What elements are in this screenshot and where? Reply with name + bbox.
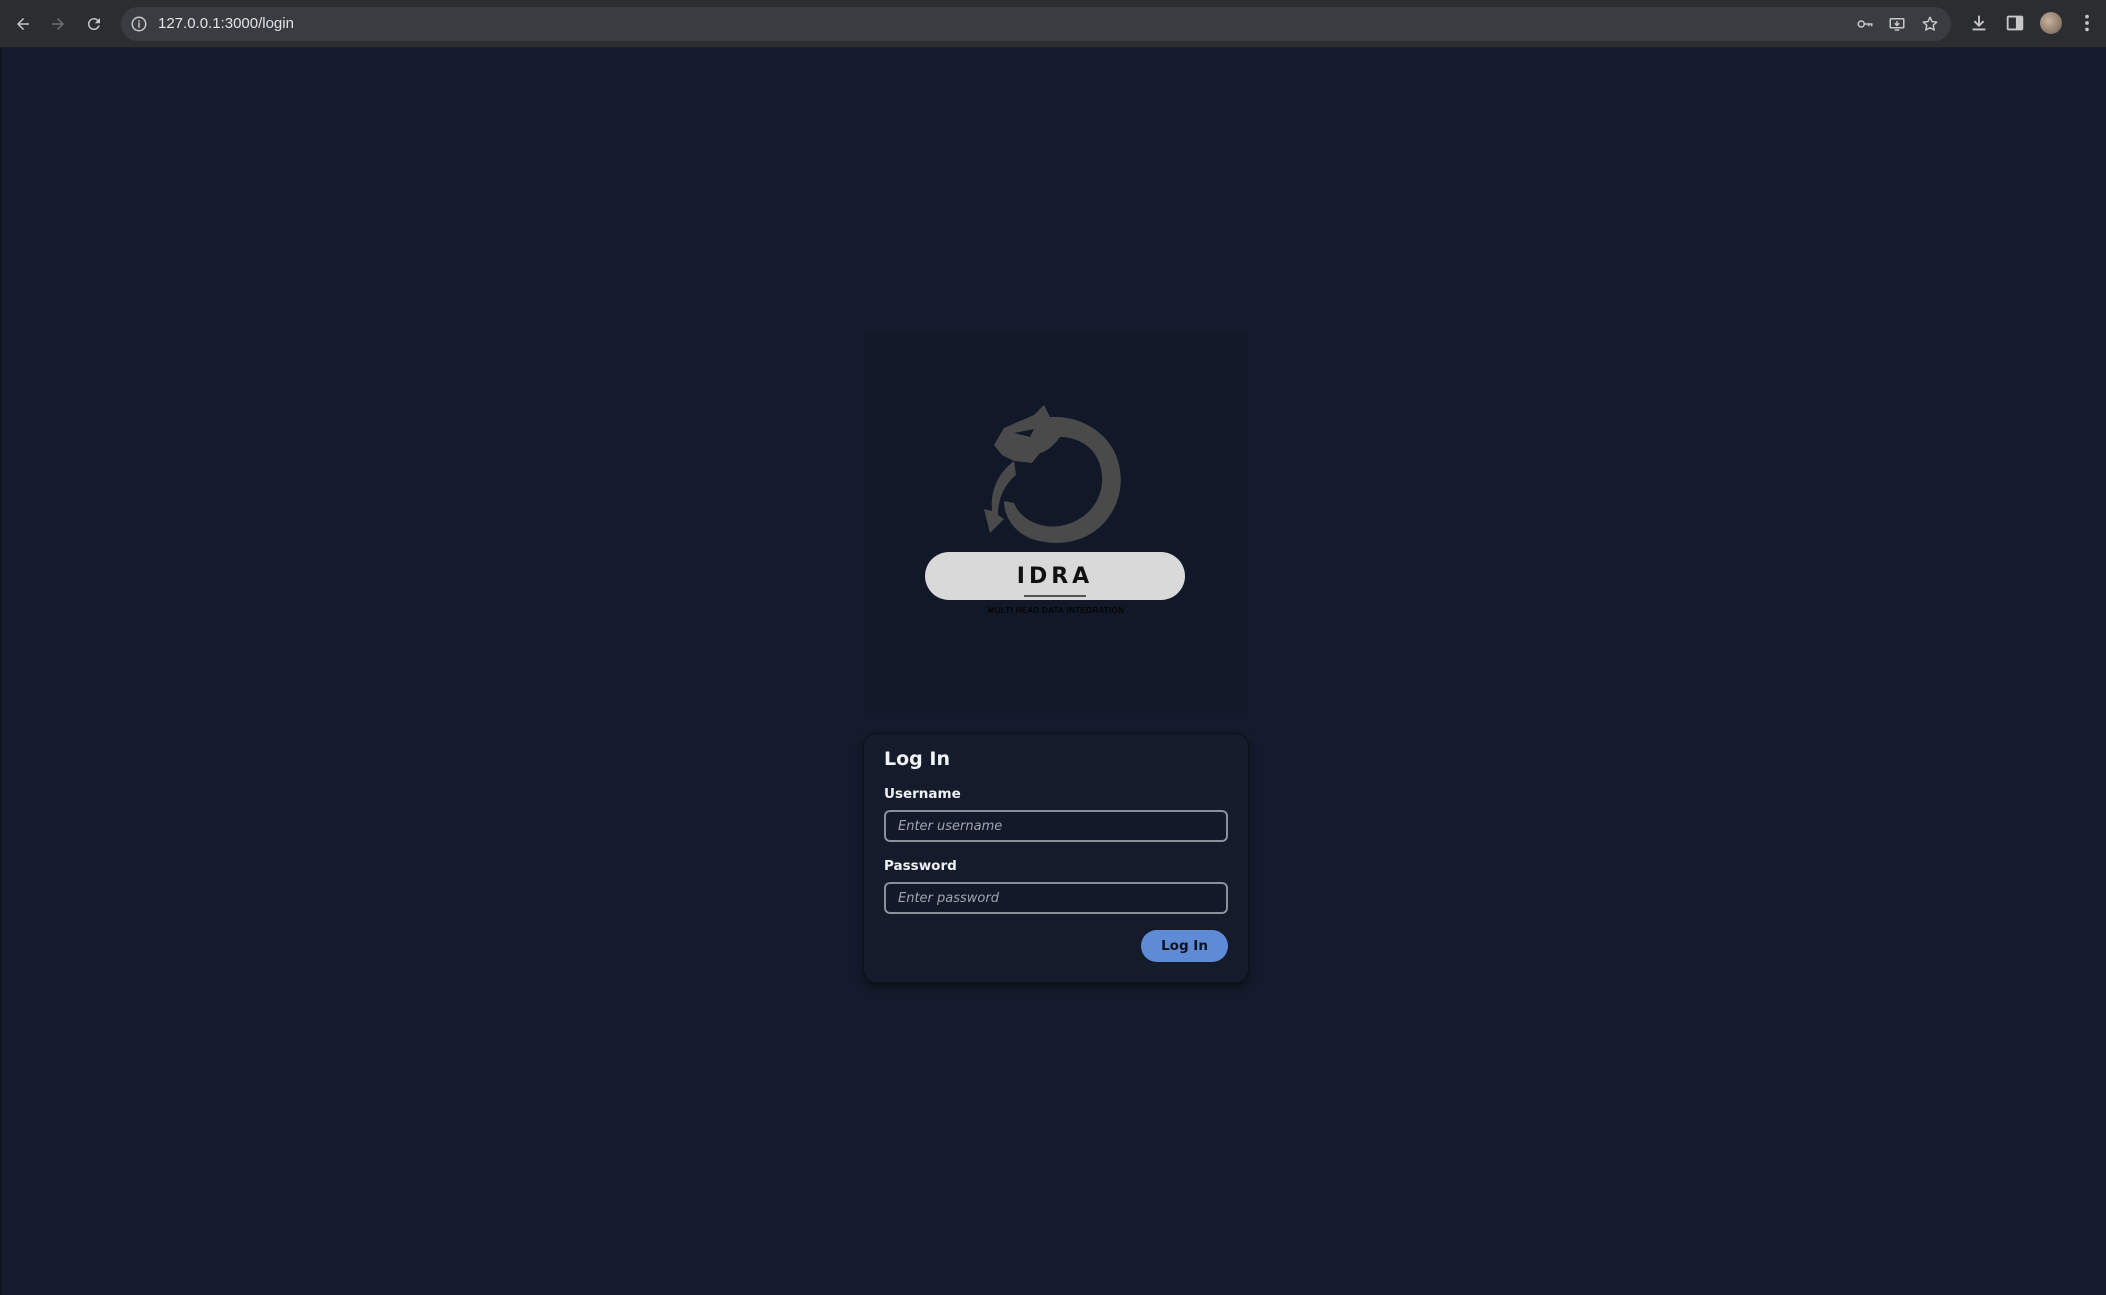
window-edge: [0, 48, 2, 1295]
kebab-menu-icon[interactable]: [2076, 12, 2098, 34]
login-button[interactable]: Log In: [1141, 930, 1228, 962]
logo-wordmark: IDRA: [925, 552, 1185, 600]
arrow-right-icon: [52, 18, 64, 30]
download-icon[interactable]: [1968, 12, 1990, 34]
reload-button[interactable]: [81, 11, 107, 37]
login-form: Log In Username Password Log In: [864, 734, 1248, 982]
info-icon[interactable]: [130, 15, 148, 33]
star-icon[interactable]: [1921, 15, 1939, 33]
reload-icon: [87, 18, 100, 31]
username-label: Username: [884, 786, 961, 802]
arrow-left-icon: [17, 18, 29, 30]
password-input[interactable]: [884, 882, 1228, 914]
browser-toolbar: 127.0.0.1:3000/login: [0, 0, 2106, 48]
url-text[interactable]: 127.0.0.1:3000/login: [158, 7, 294, 41]
address-bar[interactable]: 127.0.0.1:3000/login: [121, 7, 1951, 41]
key-icon[interactable]: [1856, 15, 1874, 33]
avatar[interactable]: [2040, 12, 2062, 34]
dragon-logo-icon: [984, 405, 1121, 543]
logo-panel: IDRA MULTI HEAD DATA INTEGRATION: [864, 333, 1248, 713]
back-button[interactable]: [10, 11, 36, 37]
login-heading: Log In: [884, 748, 950, 770]
username-input[interactable]: [884, 810, 1228, 842]
logo-tagline: MULTI HEAD DATA INTEGRATION: [987, 606, 1125, 615]
password-label: Password: [884, 858, 957, 874]
forward-button[interactable]: [45, 11, 71, 37]
side-panel-icon[interactable]: [2004, 12, 2026, 34]
logo-title: IDRA: [1016, 563, 1094, 589]
install-app-icon[interactable]: [1888, 15, 1906, 33]
logo-divider: [1024, 595, 1086, 597]
